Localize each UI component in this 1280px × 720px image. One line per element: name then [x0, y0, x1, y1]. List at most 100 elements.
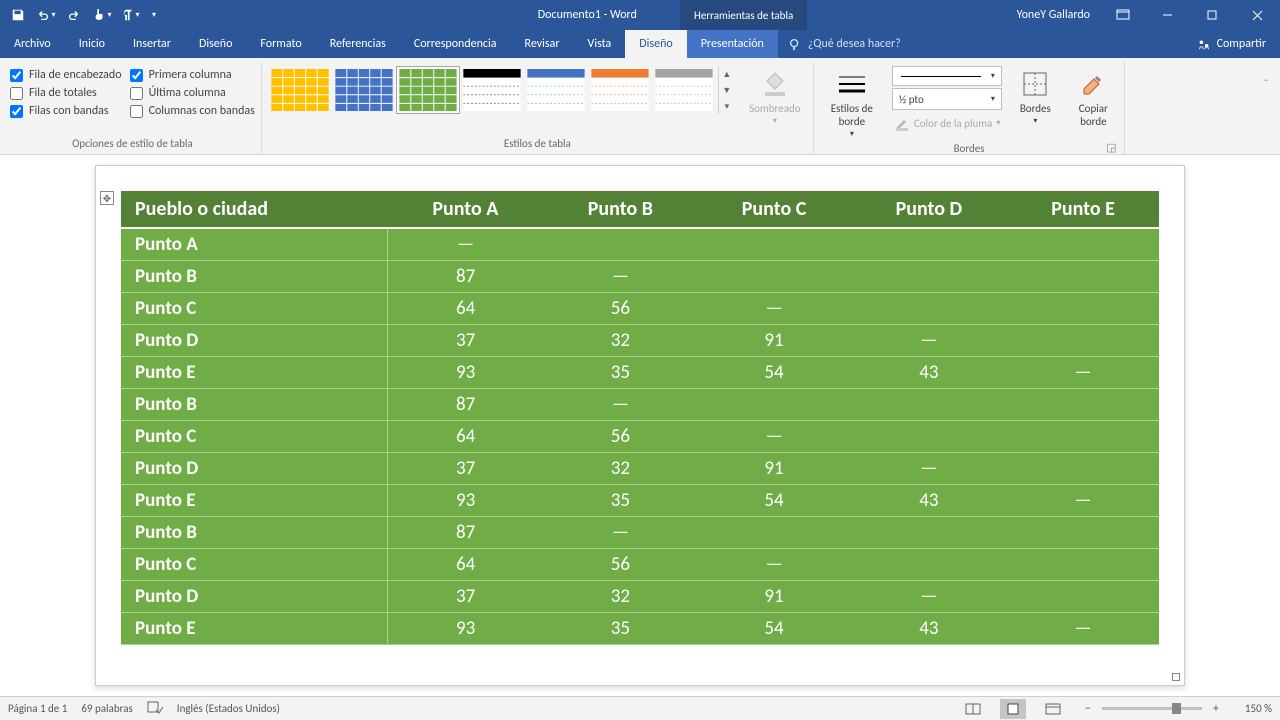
- table-cell[interactable]: —: [851, 325, 1008, 357]
- view-print-layout-icon[interactable]: [1000, 699, 1026, 719]
- table-cell[interactable]: [851, 228, 1008, 261]
- table-cell[interactable]: [1007, 517, 1159, 549]
- table-move-handle-icon[interactable]: ✥: [100, 191, 114, 205]
- qat-paragraph-icon[interactable]: ▾: [118, 3, 142, 27]
- borders-button[interactable]: Bordes▾: [1010, 66, 1060, 127]
- table-header-cell[interactable]: Punto B: [543, 191, 697, 228]
- table-cell[interactable]: 64: [388, 421, 544, 453]
- check-banded-columns[interactable]: Columnas con bandas: [130, 102, 255, 120]
- table-cell[interactable]: Punto C: [121, 293, 388, 325]
- check-total-row[interactable]: Fila de totales: [10, 84, 122, 102]
- check-banded-rows[interactable]: Filas con bandas: [10, 102, 122, 120]
- table-cell[interactable]: [851, 549, 1008, 581]
- table-cell[interactable]: 43: [851, 357, 1008, 389]
- status-word-count[interactable]: 69 palabras: [81, 702, 132, 715]
- table-cell[interactable]: Punto B: [121, 389, 388, 421]
- table-header-cell[interactable]: Punto D: [851, 191, 1008, 228]
- table-cell[interactable]: 87: [388, 261, 544, 293]
- table-cell[interactable]: —: [1007, 613, 1159, 645]
- table-cell[interactable]: [697, 228, 850, 261]
- table-cell[interactable]: [1007, 421, 1159, 453]
- ribbon-display-options-icon[interactable]: [1100, 0, 1145, 30]
- table-cell[interactable]: 91: [697, 325, 850, 357]
- table-cell[interactable]: 54: [697, 485, 850, 517]
- table-cell[interactable]: 93: [388, 485, 544, 517]
- table-cell[interactable]: 32: [543, 325, 697, 357]
- table-cell[interactable]: —: [697, 293, 850, 325]
- table-cell[interactable]: 35: [543, 613, 697, 645]
- table-cell[interactable]: 54: [697, 357, 850, 389]
- close-button[interactable]: [1235, 0, 1280, 30]
- table-cell[interactable]: Punto E: [121, 485, 388, 517]
- table-row[interactable]: Punto A—: [121, 228, 1159, 261]
- table-cell[interactable]: Punto B: [121, 261, 388, 293]
- table-cell[interactable]: [1007, 453, 1159, 485]
- table-cell[interactable]: —: [697, 421, 850, 453]
- table-cell[interactable]: [851, 421, 1008, 453]
- tab-file[interactable]: Archivo: [0, 30, 65, 58]
- table-cell[interactable]: —: [697, 549, 850, 581]
- table-row[interactable]: Punto B87—: [121, 389, 1159, 421]
- gallery-scroll-up-icon[interactable]: ▲: [719, 66, 735, 82]
- table-header-cell[interactable]: Punto C: [697, 191, 850, 228]
- table-cell[interactable]: Punto D: [121, 453, 388, 485]
- table-row[interactable]: Punto D373291—: [121, 581, 1159, 613]
- table-cell[interactable]: 35: [543, 485, 697, 517]
- table-cell[interactable]: [1007, 325, 1159, 357]
- table-cell[interactable]: [1007, 581, 1159, 613]
- table-cell[interactable]: [1007, 549, 1159, 581]
- check-last-column[interactable]: Última columna: [130, 84, 255, 102]
- table-cell[interactable]: 43: [851, 485, 1008, 517]
- zoom-in-button[interactable]: +: [1208, 701, 1224, 717]
- table-cell[interactable]: [697, 261, 850, 293]
- table-row[interactable]: Punto B87—: [121, 517, 1159, 549]
- table-cell[interactable]: 37: [388, 453, 544, 485]
- tab-review[interactable]: Revisar: [511, 30, 574, 58]
- table-cell[interactable]: —: [851, 453, 1008, 485]
- style-thumb-3-selected[interactable]: [396, 66, 460, 114]
- document-table[interactable]: Pueblo o ciudadPunto APunto BPunto CPunt…: [121, 191, 1159, 645]
- table-cell[interactable]: Punto C: [121, 549, 388, 581]
- table-cell[interactable]: 91: [697, 581, 850, 613]
- zoom-out-button[interactable]: −: [1080, 701, 1096, 717]
- table-row[interactable]: Punto B87—: [121, 261, 1159, 293]
- table-header-cell[interactable]: Pueblo o ciudad: [121, 191, 388, 228]
- table-cell[interactable]: 93: [388, 613, 544, 645]
- table-cell[interactable]: 43: [851, 613, 1008, 645]
- table-row[interactable]: Punto C6456—: [121, 549, 1159, 581]
- table-cell[interactable]: 64: [388, 549, 544, 581]
- table-cell[interactable]: 35: [543, 357, 697, 389]
- table-cell[interactable]: 56: [543, 293, 697, 325]
- tab-view[interactable]: Vista: [574, 30, 626, 58]
- table-cell[interactable]: [543, 228, 697, 261]
- table-cell[interactable]: Punto C: [121, 421, 388, 453]
- table-cell[interactable]: Punto B: [121, 517, 388, 549]
- check-header-row[interactable]: Fila de encabezado: [10, 66, 122, 84]
- table-cell[interactable]: 91: [697, 453, 850, 485]
- table-cell[interactable]: 56: [543, 549, 697, 581]
- shading-button[interactable]: Sombreado▾: [743, 66, 807, 127]
- minimize-button[interactable]: [1145, 0, 1190, 30]
- table-row[interactable]: Punto E93355443—: [121, 613, 1159, 645]
- table-cell[interactable]: 54: [697, 613, 850, 645]
- style-thumb-5[interactable]: [524, 66, 588, 114]
- style-thumb-1[interactable]: [268, 66, 332, 114]
- table-row[interactable]: Punto D373291—: [121, 325, 1159, 357]
- table-header-cell[interactable]: Punto E: [1007, 191, 1159, 228]
- collapse-ribbon-icon[interactable]: ˆ: [1258, 78, 1274, 94]
- tab-design[interactable]: Diseño: [185, 30, 246, 58]
- table-cell[interactable]: —: [851, 581, 1008, 613]
- pen-color-button[interactable]: Color de la pluma▾: [892, 112, 1003, 134]
- table-cell[interactable]: —: [1007, 357, 1159, 389]
- table-cell[interactable]: Punto D: [121, 325, 388, 357]
- border-line-style[interactable]: ▾: [892, 66, 1002, 86]
- status-language[interactable]: Inglés (Estados Unidos): [177, 702, 280, 715]
- table-cell[interactable]: [697, 517, 850, 549]
- gallery-more-icon[interactable]: ▾: [719, 98, 735, 114]
- table-cell[interactable]: 37: [388, 581, 544, 613]
- border-painter-button[interactable]: Copiar borde: [1068, 66, 1118, 128]
- table-cell[interactable]: Punto E: [121, 357, 388, 389]
- style-thumb-7[interactable]: [652, 66, 716, 114]
- table-cell[interactable]: [1007, 389, 1159, 421]
- table-cell[interactable]: [851, 293, 1008, 325]
